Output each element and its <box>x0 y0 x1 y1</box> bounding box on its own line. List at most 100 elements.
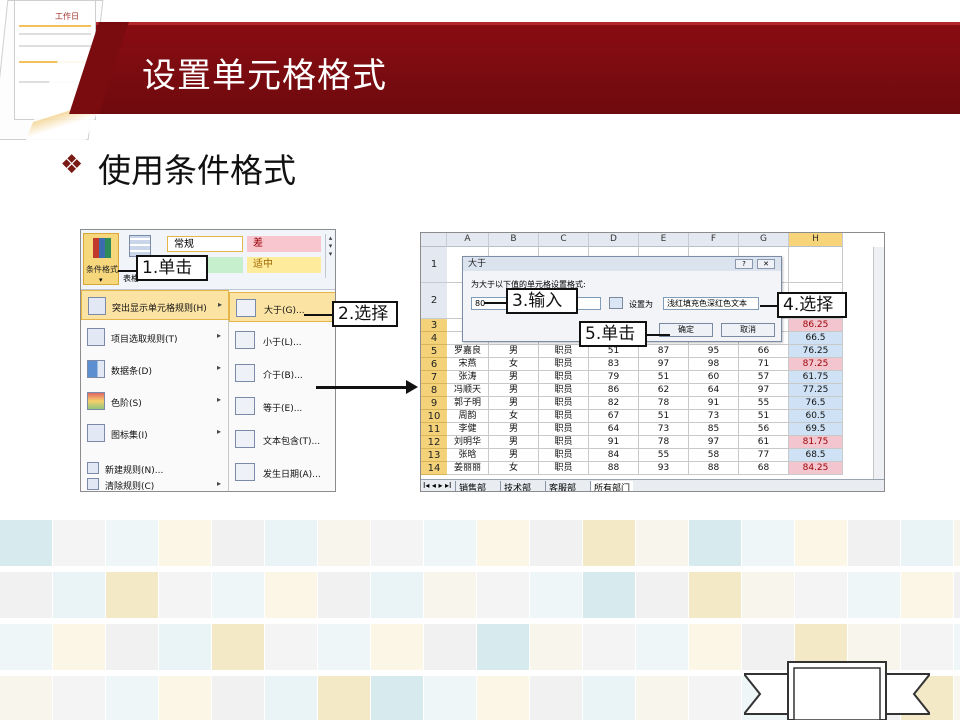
table-cell[interactable]: 73 <box>639 423 689 436</box>
sheet-nav-icon[interactable]: I◂ ◂ ▸ ▸I <box>423 481 451 490</box>
row-header[interactable]: 13 <box>421 449 447 462</box>
column-header-H[interactable]: H <box>789 233 843 247</box>
menu-item-top-bottom-rules[interactable]: 项目选取规则(T) ▸ <box>81 322 229 352</box>
table-cell[interactable]: 64 <box>689 384 739 397</box>
submenu-item-text-contains[interactable]: 文本包含(T)... <box>229 424 335 454</box>
table-cell[interactable]: 73 <box>689 410 739 423</box>
row-header[interactable]: 1 <box>421 247 447 283</box>
table-cell[interactable]: 职员 <box>539 423 589 436</box>
table-cell[interactable]: 职员 <box>539 371 589 384</box>
table-cell[interactable]: 77 <box>739 449 789 462</box>
row-header[interactable]: 9 <box>421 397 447 410</box>
submenu-item-equal-to[interactable]: 等于(E)... <box>229 391 335 421</box>
table-cell[interactable]: 76.5 <box>789 397 843 410</box>
table-cell[interactable]: 张涛 <box>447 371 489 384</box>
submenu-item-less-than[interactable]: 小于(L)... <box>229 325 335 355</box>
menu-item-new-rule[interactable]: 新建规则(N)... <box>81 460 229 476</box>
style-bad[interactable]: 差 <box>247 236 321 252</box>
column-header-C[interactable]: C <box>539 233 589 247</box>
table-cell[interactable]: 55 <box>739 397 789 410</box>
table-cell[interactable]: 76.25 <box>789 345 843 358</box>
format-select[interactable]: 浅红填充色深红色文本 <box>663 297 759 310</box>
table-cell[interactable]: 职员 <box>539 358 589 371</box>
table-cell[interactable]: 67 <box>589 410 639 423</box>
row-header[interactable]: 5 <box>421 345 447 358</box>
table-cell[interactable]: 60 <box>689 371 739 384</box>
styles-scroll[interactable]: ▴ ▾ ▾ <box>325 234 335 278</box>
style-neutral[interactable]: 适中 <box>247 257 321 273</box>
vertical-scrollbar[interactable] <box>873 247 884 479</box>
sheet-tab[interactable]: 技术部 <box>500 481 534 491</box>
column-header-D[interactable]: D <box>589 233 639 247</box>
sheet-tab[interactable]: 销售部 <box>455 481 489 491</box>
row-header[interactable]: 8 <box>421 384 447 397</box>
table-cell[interactable]: 84.25 <box>789 462 843 475</box>
table-cell[interactable]: 冯顺天 <box>447 384 489 397</box>
table-cell[interactable]: 女 <box>489 358 539 371</box>
row-header[interactable]: 10 <box>421 410 447 423</box>
table-cell[interactable]: 85 <box>689 423 739 436</box>
dialog-close-button[interactable]: ✕ <box>757 259 775 269</box>
table-cell[interactable]: 职员 <box>539 410 589 423</box>
table-cell[interactable]: 男 <box>489 449 539 462</box>
menu-item-color-scales[interactable]: 色阶(S) ▸ <box>81 386 229 416</box>
sheet-tab[interactable]: 所有部门 <box>590 481 634 491</box>
table-cell[interactable]: 61.75 <box>789 371 843 384</box>
table-cell[interactable]: 97 <box>689 436 739 449</box>
table-cell[interactable]: 职员 <box>539 384 589 397</box>
select-all-corner[interactable] <box>421 233 447 247</box>
table-cell[interactable]: 李健 <box>447 423 489 436</box>
cancel-button[interactable]: 取消 <box>721 323 775 337</box>
row-header[interactable]: 3 <box>421 319 447 332</box>
conditional-format-button[interactable]: 条件格式 ▾ <box>83 233 119 285</box>
submenu-item-between[interactable]: 介于(B)... <box>229 358 335 388</box>
menu-item-data-bars[interactable]: 数据条(D) ▸ <box>81 354 229 384</box>
table-cell[interactable]: 罗嘉良 <box>447 345 489 358</box>
table-cell[interactable]: 61 <box>739 436 789 449</box>
table-cell[interactable]: 69.5 <box>789 423 843 436</box>
sheet-tab[interactable]: 客服部 <box>545 481 579 491</box>
table-cell[interactable]: 51 <box>739 410 789 423</box>
range-picker-icon[interactable] <box>609 297 623 309</box>
table-cell[interactable]: 51 <box>639 410 689 423</box>
table-cell[interactable]: 职员 <box>539 462 589 475</box>
table-cell[interactable]: 郭子明 <box>447 397 489 410</box>
table-cell[interactable]: 男 <box>489 397 539 410</box>
table-cell[interactable]: 周韵 <box>447 410 489 423</box>
table-cell[interactable]: 姜丽丽 <box>447 462 489 475</box>
submenu-item-date-occurring[interactable]: 发生日期(A)... <box>229 457 335 487</box>
table-cell[interactable]: 81.75 <box>789 436 843 449</box>
row-header[interactable]: 6 <box>421 358 447 371</box>
table-cell[interactable]: 77.25 <box>789 384 843 397</box>
submenu-item-greater-than[interactable]: 大于(G)... <box>229 292 335 322</box>
table-cell[interactable]: 95 <box>689 345 739 358</box>
table-cell[interactable]: 91 <box>689 397 739 410</box>
table-cell[interactable]: 83 <box>589 358 639 371</box>
column-header-B[interactable]: B <box>489 233 539 247</box>
table-cell[interactable]: 88 <box>689 462 739 475</box>
menu-item-icon-sets[interactable]: 图标集(I) ▸ <box>81 418 229 448</box>
table-cell[interactable]: 男 <box>489 423 539 436</box>
table-cell[interactable]: 71 <box>739 358 789 371</box>
row-header[interactable]: 12 <box>421 436 447 449</box>
table-cell[interactable]: 82 <box>589 397 639 410</box>
row-header[interactable]: 14 <box>421 462 447 475</box>
table-cell[interactable]: 87.25 <box>789 358 843 371</box>
table-cell[interactable]: 56 <box>739 423 789 436</box>
table-cell[interactable]: 51 <box>639 371 689 384</box>
table-cell[interactable]: 78 <box>639 436 689 449</box>
table-cell[interactable]: 女 <box>489 410 539 423</box>
table-cell[interactable]: 66.5 <box>789 332 843 345</box>
table-cell[interactable]: 79 <box>589 371 639 384</box>
menu-item-clear-rules[interactable]: 清除规则(C) ▸ <box>81 476 229 491</box>
table-cell[interactable]: 女 <box>489 462 539 475</box>
table-cell[interactable]: 张晗 <box>447 449 489 462</box>
dialog-help-button[interactable]: ? <box>735 259 753 269</box>
table-cell[interactable]: 60.5 <box>789 410 843 423</box>
table-cell[interactable]: 84 <box>589 449 639 462</box>
table-cell[interactable]: 55 <box>639 449 689 462</box>
table-cell[interactable]: 78 <box>639 397 689 410</box>
table-cell[interactable]: 男 <box>489 384 539 397</box>
table-cell[interactable]: 66 <box>739 345 789 358</box>
table-cell[interactable]: 88 <box>589 462 639 475</box>
